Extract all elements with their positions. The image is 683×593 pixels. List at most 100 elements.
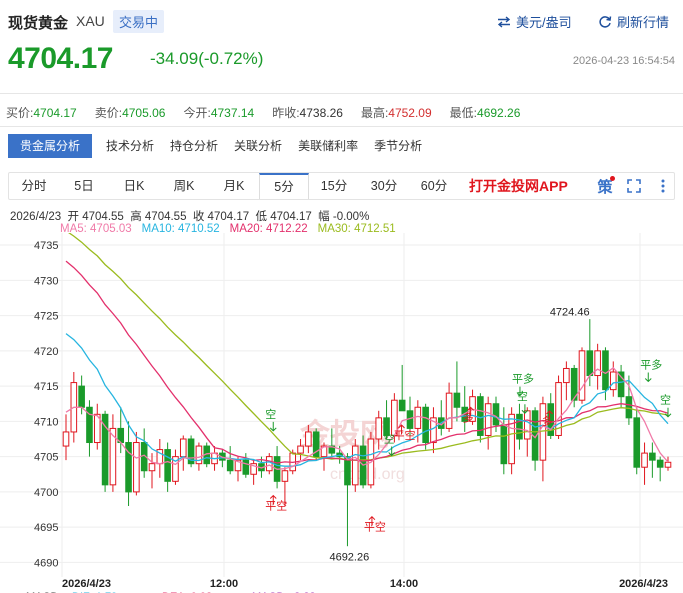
period-tab-daily[interactable]: 日K	[109, 173, 159, 199]
analysis-tab-bar: 贵金属分析 技术分析 持仓分析 关联分析 美联储利率 季节分析	[8, 134, 430, 158]
candle-body	[649, 452, 656, 461]
x-axis-label: 2026/4/23	[619, 578, 668, 590]
bid-item: 买价:4704.17	[6, 106, 77, 120]
price-change: -34.09(-0.72%)	[150, 49, 264, 68]
candle-body	[492, 403, 500, 426]
tab-seasonal[interactable]: 季节分析	[366, 134, 430, 158]
candle-body	[414, 406, 422, 429]
bid-value: 4704.17	[33, 106, 77, 120]
period-tab-weekly[interactable]: 周K	[159, 173, 209, 199]
candle-body	[602, 350, 609, 391]
more-vertical-icon	[661, 179, 665, 193]
period-tab-monthly[interactable]: 月K	[209, 173, 259, 199]
fullscreen-button[interactable]	[623, 173, 645, 199]
candle-body	[281, 470, 289, 482]
tab-positions[interactable]: 持仓分析	[162, 134, 226, 158]
ask-value: 4705.06	[122, 106, 166, 120]
candle-body	[539, 403, 547, 461]
candle-info-line: 2026/4/23 开 4704.55 高 4704.55 收 4704.17 …	[10, 211, 370, 223]
candle-body	[578, 350, 586, 401]
high-value: 4752.09	[388, 106, 432, 120]
candle-body	[78, 385, 85, 408]
signal-arrow-icon	[644, 372, 652, 383]
y-tick-label: 4725	[34, 311, 58, 323]
low-annotation: 4692.26	[329, 551, 369, 563]
signal-label: 平多	[512, 372, 534, 386]
open-app-link[interactable]: 打开金投网APP	[469, 173, 568, 199]
candle-body	[516, 413, 523, 440]
candle-body	[453, 392, 461, 408]
notification-dot-icon	[610, 176, 615, 181]
period-tab-intraday[interactable]: 分时	[9, 173, 59, 199]
candle-body	[375, 417, 383, 440]
low-item: 最低:4692.26	[449, 106, 521, 120]
strategy-button[interactable]: 策	[594, 173, 616, 199]
candle-body	[297, 445, 304, 454]
signal-label: 平空	[364, 520, 386, 534]
prev-close-item: 昨收:4738.26	[272, 106, 343, 120]
candle-body	[305, 431, 312, 447]
fullscreen-icon	[627, 179, 641, 193]
signal-label: 平空	[394, 428, 416, 442]
candle-body	[62, 431, 70, 447]
quote-timestamp: 2026-04-23 16:54:54	[572, 55, 675, 67]
page-title: 现货黄金	[8, 15, 69, 32]
period-tab-60min[interactable]: 60分	[409, 173, 459, 199]
candle-body	[656, 459, 664, 468]
low-value: 4692.26	[477, 106, 521, 120]
y-tick-label: 4705	[34, 452, 58, 464]
open-item: 今开:4737.14	[183, 106, 255, 120]
high-annotation: 4724.46	[550, 306, 590, 318]
period-tab-30min[interactable]: 30分	[359, 173, 409, 199]
tab-fed-rate[interactable]: 美联储利率	[290, 134, 366, 158]
signal-label: 多	[463, 410, 474, 424]
candle-body	[148, 463, 156, 472]
refresh-icon	[599, 15, 612, 28]
candle-body	[641, 452, 648, 468]
candle-body	[179, 438, 187, 458]
signal-label: 平空	[265, 499, 287, 513]
tab-precious-metals[interactable]: 贵金属分析	[8, 134, 93, 158]
candle-body	[523, 410, 531, 440]
tab-correlation[interactable]: 关联分析	[226, 134, 290, 158]
signal-label: 平多	[640, 357, 662, 371]
currency-switch-button[interactable]: 美元/盎司	[497, 12, 572, 31]
ask-item: 卖价:4705.06	[94, 106, 166, 120]
period-tab-15min[interactable]: 15分	[309, 173, 359, 199]
signal-label: 空	[265, 407, 276, 421]
candle-body	[500, 424, 508, 465]
period-tab-5day[interactable]: 5日	[59, 173, 109, 199]
divider	[0, 93, 683, 94]
trading-status-badge: 交易中	[113, 10, 165, 33]
symbol-code: XAU	[76, 13, 105, 29]
candle-body	[484, 403, 492, 436]
period-tab-5min[interactable]: 5分	[259, 173, 309, 199]
candle-body	[133, 442, 140, 493]
y-tick-label: 4730	[34, 275, 58, 287]
watermark-url: cngold.org	[330, 466, 405, 483]
open-value: 4737.14	[210, 106, 255, 120]
candle-body	[164, 449, 171, 482]
candle-body	[422, 406, 429, 444]
quote-summary-row: 买价:4704.17 卖价:4705.06 今开:4737.14 昨收:4738…	[6, 104, 538, 121]
currency-switch-label: 美元/盎司	[516, 15, 572, 30]
more-options-button[interactable]	[653, 173, 673, 199]
candlestick-chart[interactable]: 4735 4730 4725 4720 4715 4710 4705 4700 4695 4690…	[0, 233, 683, 593]
candle-body	[265, 456, 273, 472]
candle-body	[664, 461, 672, 468]
candle-body	[101, 413, 109, 486]
high-item: 最高:4752.09	[360, 106, 432, 120]
x-axis-label: 2026/4/23	[62, 578, 111, 590]
candle-body	[617, 371, 625, 398]
signal-label: 空	[517, 389, 528, 403]
candle-body	[563, 367, 570, 384]
period-tab-bar: 分时 5日 日K 周K 月K 5分 15分 30分 60分 打开金投网APP 策	[8, 172, 675, 200]
candle-body	[633, 417, 641, 468]
refresh-button[interactable]: 刷新行情	[598, 12, 669, 31]
candle-body	[398, 399, 406, 412]
candle-body	[242, 459, 250, 475]
tab-technical[interactable]: 技术分析	[98, 134, 162, 158]
signal-arrow-icon	[269, 421, 277, 432]
prev-close-value: 4738.26	[299, 106, 343, 120]
current-price: 4704.17	[8, 42, 113, 75]
